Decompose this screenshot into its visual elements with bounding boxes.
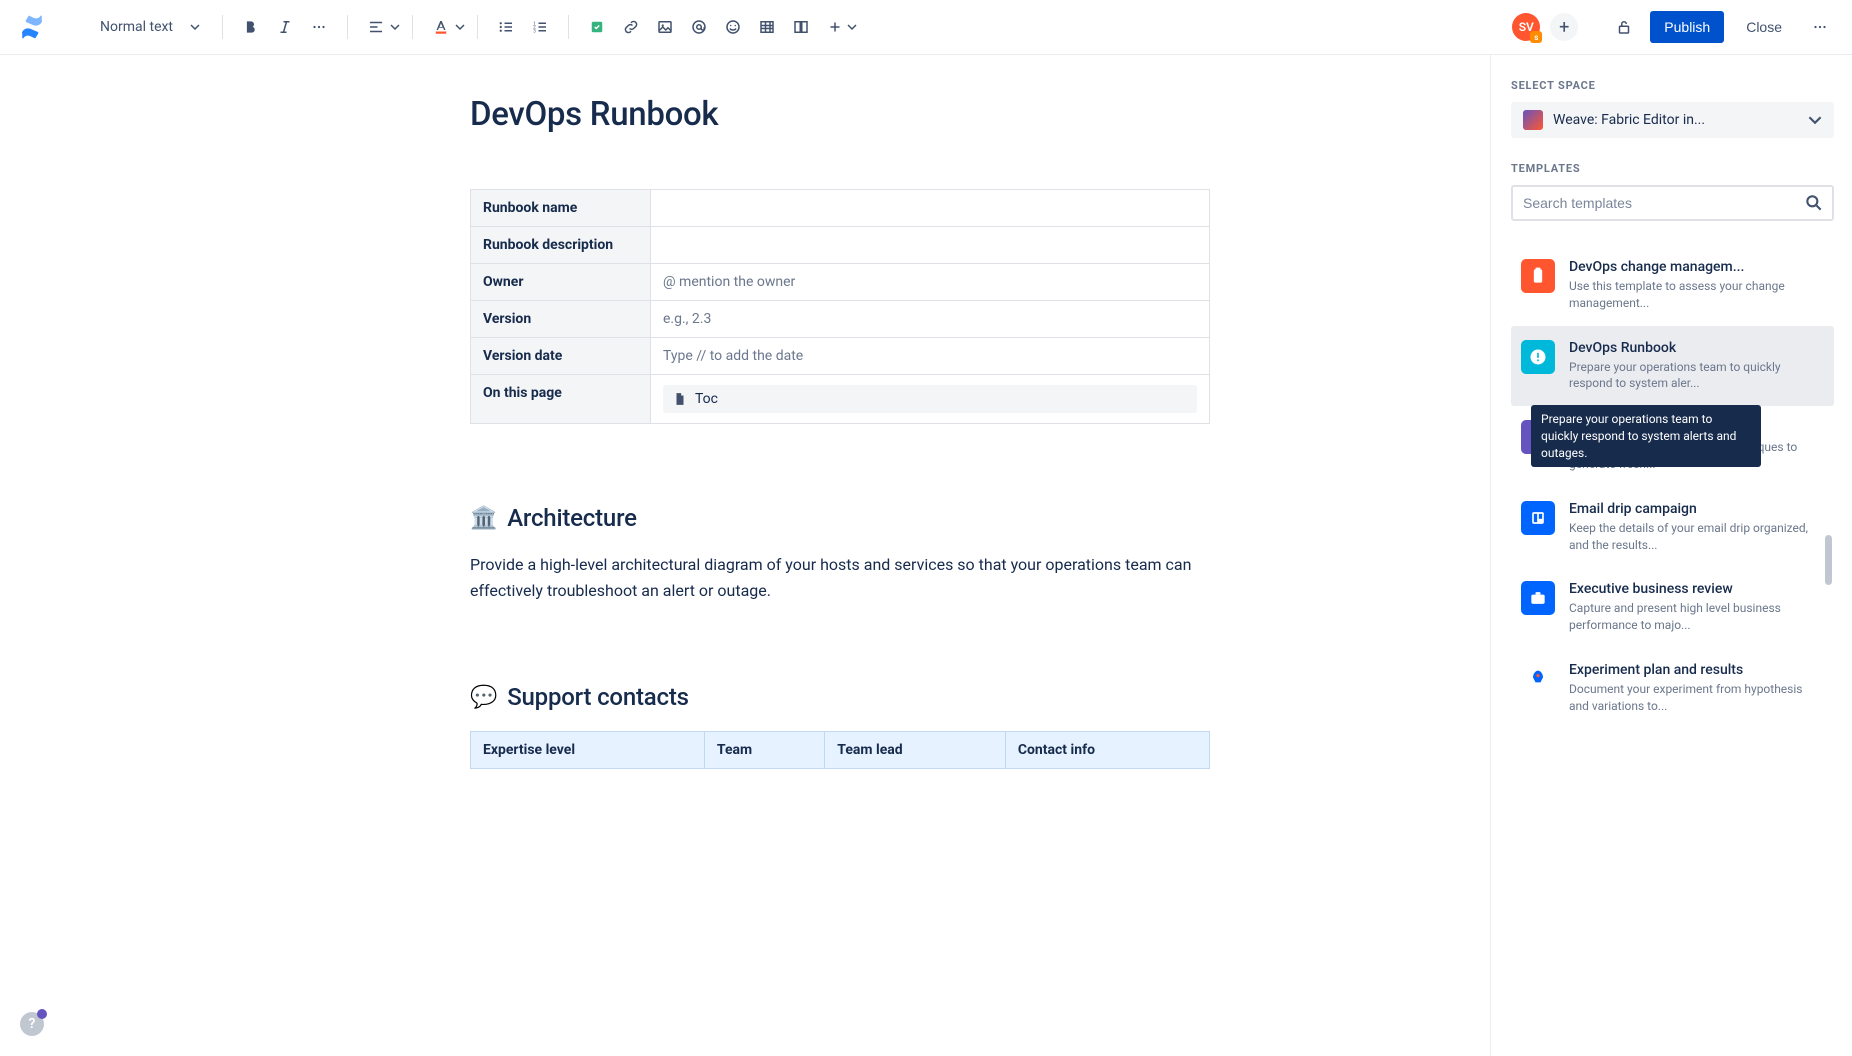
meta-value[interactable]: Toc [651, 375, 1210, 424]
editor-toolbar: Normal text 123 [0, 0, 1852, 55]
bullet-list-button[interactable] [490, 11, 522, 43]
restrictions-button[interactable] [1608, 11, 1640, 43]
template-item[interactable]: DevOps change managem... Use this templat… [1511, 245, 1834, 326]
close-button[interactable]: Close [1734, 11, 1794, 43]
template-item[interactable]: Experiment plan and results Document your… [1511, 648, 1834, 729]
invite-button[interactable]: + [1550, 13, 1578, 41]
meta-value[interactable]: Type // to add the date [651, 338, 1210, 375]
template-description: Document your experiment from hypothesis… [1569, 681, 1824, 715]
support-contacts-heading[interactable]: 💬 Support contacts [470, 683, 1210, 711]
meta-label: Owner [471, 264, 651, 301]
page-title[interactable]: DevOps Runbook [470, 95, 1210, 134]
mention-button[interactable] [683, 11, 715, 43]
space-name: Weave: Fabric Editor in... [1553, 112, 1798, 128]
template-item[interactable]: Executive business review Capture and pre… [1511, 567, 1834, 648]
action-item-button[interactable] [581, 11, 613, 43]
select-space-label: SELECT SPACE [1511, 79, 1834, 92]
template-icon [1521, 340, 1555, 374]
space-selector[interactable]: Weave: Fabric Editor in... [1511, 102, 1834, 138]
meta-row: On this page Toc [471, 375, 1210, 424]
chevron-down-icon [455, 22, 465, 32]
template-icon [1521, 581, 1555, 615]
editor-canvas[interactable]: DevOps Runbook Runbook nameRunbook descr… [0, 55, 1490, 1056]
avatar-badge-icon: s [1530, 31, 1542, 43]
meta-label: Runbook description [471, 227, 651, 264]
template-tooltip: Prepare your operations team to quickly … [1531, 405, 1761, 467]
template-search-input[interactable] [1511, 185, 1834, 221]
meta-label: Version [471, 301, 651, 338]
contacts-column-header: Contact info [1005, 732, 1209, 769]
template-item[interactable]: Email drip campaign Keep the details of y… [1511, 487, 1834, 568]
more-formatting-button[interactable] [303, 11, 335, 43]
help-button[interactable]: ? [20, 1012, 44, 1036]
contacts-column-header: Team [704, 732, 824, 769]
scrollbar-thumb[interactable] [1825, 535, 1832, 585]
template-icon [1521, 501, 1555, 535]
architecture-emoji-icon: 🏛️ [470, 506, 497, 531]
meta-value[interactable] [651, 190, 1210, 227]
publish-button[interactable]: Publish [1650, 11, 1724, 43]
text-color-button[interactable] [425, 11, 457, 43]
architecture-heading[interactable]: 🏛️ Architecture [470, 504, 1210, 532]
template-description: Prepare your operations team to quickly … [1569, 359, 1824, 393]
meta-label: Version date [471, 338, 651, 375]
template-description: Keep the details of your email drip orga… [1569, 520, 1824, 554]
contacts-column-header: Team lead [825, 732, 1006, 769]
template-description: Use this template to assess your change … [1569, 278, 1824, 312]
templates-label: TEMPLATES [1511, 162, 1834, 175]
metadata-table: Runbook nameRunbook descriptionOwner@ me… [470, 189, 1210, 424]
meta-row: Runbook name [471, 190, 1210, 227]
chevron-down-icon [190, 22, 200, 32]
document-icon [673, 392, 687, 406]
bold-button[interactable] [235, 11, 267, 43]
numbered-list-button[interactable]: 123 [524, 11, 556, 43]
space-icon [1523, 110, 1543, 130]
emoji-button[interactable] [717, 11, 749, 43]
layouts-button[interactable] [785, 11, 817, 43]
template-title: DevOps Runbook [1569, 340, 1824, 356]
italic-button[interactable] [269, 11, 301, 43]
meta-value[interactable] [651, 227, 1210, 264]
search-icon [1804, 193, 1824, 213]
table-button[interactable] [751, 11, 783, 43]
user-avatar[interactable]: SV s [1512, 13, 1540, 41]
template-title: Executive business review [1569, 581, 1824, 597]
meta-row: Runbook description [471, 227, 1210, 264]
meta-row: Owner@ mention the owner [471, 264, 1210, 301]
align-button[interactable] [360, 11, 392, 43]
meta-row: Versione.g., 2.3 [471, 301, 1210, 338]
meta-label: On this page [471, 375, 651, 424]
contacts-emoji-icon: 💬 [470, 685, 497, 710]
template-title: Email drip campaign [1569, 501, 1824, 517]
meta-value[interactable]: @ mention the owner [651, 264, 1210, 301]
text-style-selector[interactable]: Normal text [90, 13, 210, 41]
template-title: Experiment plan and results [1569, 662, 1824, 678]
more-actions-button[interactable] [1804, 11, 1836, 43]
chevron-down-icon [390, 22, 400, 32]
image-button[interactable] [649, 11, 681, 43]
confluence-logo-icon [16, 11, 48, 43]
meta-label: Runbook name [471, 190, 651, 227]
text-style-label: Normal text [100, 19, 173, 35]
templates-sidebar: SELECT SPACE Weave: Fabric Editor in... … [1490, 55, 1852, 1056]
svg-text:3: 3 [533, 28, 536, 34]
template-description: Capture and present high level business … [1569, 600, 1824, 634]
chevron-down-icon [847, 22, 857, 32]
architecture-text[interactable]: Provide a high-level architectural diagr… [470, 552, 1210, 603]
meta-row: Version dateType // to add the date [471, 338, 1210, 375]
template-title: DevOps change managem... [1569, 259, 1824, 275]
contacts-table[interactable]: Expertise levelTeamTeam leadContact info [470, 731, 1210, 769]
template-icon [1521, 259, 1555, 293]
chevron-down-icon [1808, 113, 1822, 127]
template-list: DevOps change managem... Use this templat… [1511, 245, 1834, 729]
meta-value[interactable]: e.g., 2.3 [651, 301, 1210, 338]
template-item[interactable]: DevOps Runbook Prepare your operations te… [1511, 326, 1834, 407]
template-icon [1521, 662, 1555, 696]
contacts-column-header: Expertise level [471, 732, 705, 769]
link-button[interactable] [615, 11, 647, 43]
toc-macro[interactable]: Toc [663, 385, 1197, 413]
